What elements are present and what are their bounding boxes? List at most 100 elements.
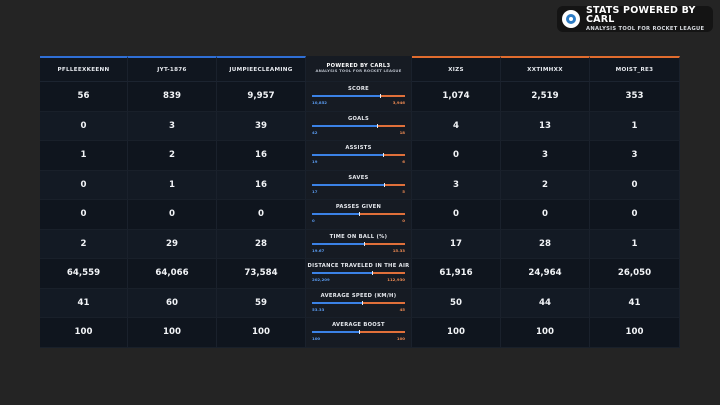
team-total-blue: 19 bbox=[312, 159, 318, 164]
stat-value-blue: 839 bbox=[128, 82, 217, 112]
stat-label: GOALS bbox=[347, 115, 370, 122]
team-total-blue: 202,209 bbox=[312, 277, 330, 282]
team-total-blue: 100 bbox=[312, 336, 321, 341]
team-total-orange: 5 bbox=[402, 188, 405, 194]
team-share-bar-blue bbox=[312, 95, 381, 97]
team-share-bar bbox=[312, 212, 405, 216]
stat-value-orange: 1 bbox=[590, 111, 680, 141]
stat-value-orange: 41 bbox=[590, 288, 680, 318]
team-share-marker bbox=[362, 300, 364, 305]
stat-value-blue: 2 bbox=[40, 229, 128, 259]
brand-text: STATS POWERED BY CARL ANALYSIS TOOL FOR … bbox=[586, 6, 713, 32]
team-share-bar-blue bbox=[312, 242, 365, 245]
stat-value-blue: 100 bbox=[217, 318, 306, 348]
stat-value-blue: 29 bbox=[128, 229, 217, 259]
stat-value-orange: 100 bbox=[590, 318, 680, 348]
brand-badge: STATS POWERED BY CARL ANALYSIS TOOL FOR … bbox=[557, 6, 713, 32]
stat-value-blue: 60 bbox=[128, 288, 217, 318]
stat-comparison: SAVES 17 5 bbox=[306, 170, 412, 200]
stat-value-blue: 0 bbox=[40, 170, 128, 200]
stat-value-orange: 100 bbox=[501, 318, 590, 348]
stat-value-blue: 9,957 bbox=[217, 82, 306, 112]
stat-value-blue: 64,066 bbox=[128, 259, 217, 289]
team-share-marker bbox=[377, 123, 379, 128]
stat-value-blue: 41 bbox=[40, 288, 128, 318]
stat-label: AVERAGE SPEED (KM/H) bbox=[320, 292, 397, 299]
stat-label: SAVES bbox=[348, 174, 369, 181]
stat-comparison: PASSES GIVEN 0 0 bbox=[306, 200, 412, 230]
stat-value-orange: 26,050 bbox=[590, 259, 680, 289]
stat-label: ASSISTS bbox=[345, 145, 372, 151]
stat-value-blue: 16 bbox=[217, 170, 306, 200]
stat-value-orange: 0 bbox=[412, 200, 501, 230]
team-total-orange: 45 bbox=[399, 306, 405, 312]
team-share-bar bbox=[312, 94, 405, 98]
stat-value-orange: 0 bbox=[590, 200, 680, 230]
player-name-header: MOIST_RE3 bbox=[590, 56, 680, 82]
team-share-marker bbox=[364, 241, 366, 246]
stat-label: SCORE bbox=[348, 86, 369, 92]
stat-value-blue: 100 bbox=[40, 318, 128, 348]
team-share-bar-blue bbox=[312, 331, 359, 333]
team-total-orange: 6 bbox=[402, 159, 405, 164]
team-total-blue: 19.67 bbox=[312, 247, 325, 253]
team-total-orange: 0 bbox=[402, 218, 405, 223]
stat-value-orange: 0 bbox=[590, 170, 680, 200]
stat-value-blue: 28 bbox=[217, 229, 306, 259]
team-share-bar-blue bbox=[312, 213, 359, 215]
team-total-blue: 53.33 bbox=[312, 306, 325, 312]
stat-value-orange: 2,519 bbox=[501, 82, 590, 112]
stat-value-orange: 61,916 bbox=[412, 259, 501, 289]
team-share-bar-blue bbox=[312, 124, 378, 127]
stat-value-orange: 3 bbox=[501, 141, 590, 171]
stat-value-orange: 17 bbox=[412, 229, 501, 259]
stat-value-blue: 73,584 bbox=[217, 259, 306, 289]
stat-value-blue: 0 bbox=[40, 200, 128, 230]
stat-value-orange: 4 bbox=[412, 111, 501, 141]
team-share-marker bbox=[380, 94, 382, 98]
team-total-orange: 112,930 bbox=[387, 277, 405, 282]
stat-value-orange: 24,964 bbox=[501, 259, 590, 289]
scoreboard-table: PFLLEEXKEENN JYT-1876 JUMPIEECLEAMING PO… bbox=[40, 56, 680, 348]
brand-title: STATS POWERED BY CARL bbox=[586, 4, 696, 26]
player-name-header: XXTIMHXX bbox=[501, 56, 590, 82]
stat-value-blue: 16 bbox=[217, 141, 306, 171]
team-share-bar-blue bbox=[312, 301, 363, 304]
stat-value-blue: 100 bbox=[128, 318, 217, 348]
stat-value-blue: 0 bbox=[217, 200, 306, 230]
team-total-blue: 42 bbox=[312, 129, 318, 135]
stat-label: DISTANCE TRAVELED IN THE AIR bbox=[307, 263, 410, 269]
team-total-orange: 100 bbox=[396, 336, 405, 341]
team-total-blue: 10,852 bbox=[312, 100, 328, 105]
team-share-bar bbox=[312, 271, 405, 275]
carl-logo-icon bbox=[562, 10, 580, 28]
stat-value-orange: 353 bbox=[590, 82, 680, 112]
stat-value-blue: 64,559 bbox=[40, 259, 128, 289]
stat-comparison: TIME ON BALL (%) 19.67 15.33 bbox=[306, 229, 412, 259]
team-share-bar bbox=[312, 241, 405, 246]
stat-label: AVERAGE BOOST bbox=[332, 322, 385, 328]
stat-value-blue: 0 bbox=[128, 200, 217, 230]
stat-value-blue: 56 bbox=[40, 82, 128, 112]
stat-value-blue: 59 bbox=[217, 288, 306, 318]
stat-value-blue: 2 bbox=[128, 141, 217, 171]
stat-value-orange: 13 bbox=[501, 111, 590, 141]
team-share-marker bbox=[382, 153, 384, 157]
team-share-bar bbox=[312, 300, 405, 305]
stat-value-orange: 50 bbox=[412, 288, 501, 318]
team-total-orange: 18 bbox=[399, 129, 405, 135]
stat-comparison: ASSISTS 19 6 bbox=[306, 141, 412, 171]
team-share-bar-blue bbox=[312, 183, 384, 186]
player-name-header: XIZS bbox=[412, 56, 501, 82]
stat-label: PASSES GIVEN bbox=[335, 204, 382, 210]
stat-value-orange: 3 bbox=[412, 170, 501, 200]
stat-value-orange: 3 bbox=[590, 141, 680, 171]
stat-value-orange: 0 bbox=[501, 200, 590, 230]
team-share-marker bbox=[358, 212, 360, 216]
stat-value-blue: 1 bbox=[128, 170, 217, 200]
stat-comparison: AVERAGE BOOST 100 100 bbox=[306, 318, 412, 348]
stat-value-orange: 1 bbox=[590, 229, 680, 259]
stat-comparison: SCORE 10,852 3,946 bbox=[306, 82, 412, 112]
team-share-marker bbox=[383, 182, 385, 187]
team-total-orange: 15.33 bbox=[392, 247, 405, 253]
